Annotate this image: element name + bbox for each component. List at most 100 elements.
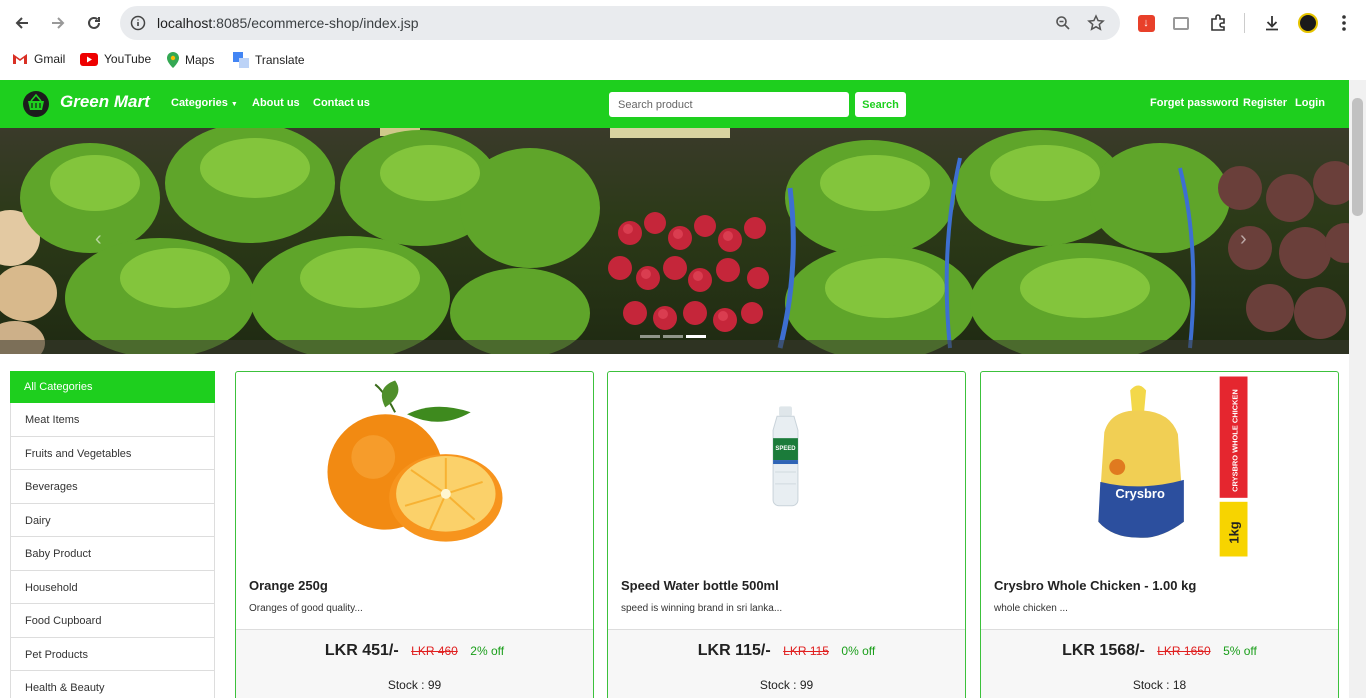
toolbar-divider: [1244, 13, 1245, 33]
sidebar-item-dairy[interactable]: Dairy: [10, 503, 215, 537]
pdf-extension-icon[interactable]: ↓: [1135, 12, 1157, 34]
carousel-indicator-1[interactable]: [640, 335, 660, 338]
product-price: LKR 115/-: [697, 642, 771, 659]
price-row: LKR 451/- LKR 460 2% off: [236, 642, 593, 660]
browser-toolbar: localhost:8085/ecommerce-shop/index.jsp …: [0, 0, 1366, 46]
back-arrow-icon: [15, 17, 28, 29]
product-stock: Stock : 99: [759, 678, 814, 692]
product-footer: LKR 451/- LKR 460 2% off Stock : 99: [236, 629, 593, 698]
product-discount: 2% off: [470, 644, 505, 658]
sidebar-item-food-cupboard[interactable]: Food Cupboard: [10, 604, 215, 638]
address-bar[interactable]: localhost:8085/ecommerce-shop/index.jsp: [120, 6, 1120, 40]
chicken-pack-weight-text: 1kg: [1227, 521, 1242, 543]
profile-avatar[interactable]: [1297, 12, 1319, 34]
product-discount: 5% off: [1223, 644, 1257, 658]
product-original-price: LKR 115: [783, 644, 829, 658]
product-card[interactable]: Crysbro CRYSBRO WHOLE CHICKEN 1kg Crysbr…: [980, 371, 1339, 698]
gmail-icon: [13, 54, 27, 64]
forward-button[interactable]: [46, 11, 70, 35]
login-link[interactable]: Login: [1295, 97, 1325, 109]
register-link[interactable]: Register: [1243, 97, 1287, 109]
back-button[interactable]: [10, 11, 34, 35]
address-url: localhost:8085/ecommerce-shop/index.jsp: [157, 15, 419, 31]
extensions-puzzle-icon[interactable]: [1207, 12, 1229, 34]
price-row: LKR 115/- LKR 115 0% off: [608, 642, 965, 660]
maps-icon: [167, 52, 179, 68]
sidebar-item-household[interactable]: Household: [10, 570, 215, 604]
product-footer: LKR 1568/- LKR 1650 5% off Stock : 18: [981, 629, 1338, 698]
bookmark-translate-label: Translate: [255, 53, 305, 67]
caret-down-icon: ▼: [230, 101, 238, 108]
categories-dropdown[interactable]: Categories ▼: [171, 97, 238, 109]
price-row: LKR 1568/- LKR 1650 5% off: [981, 642, 1338, 660]
forget-password-link[interactable]: Forget password: [1150, 97, 1239, 109]
site-navbar: Green Mart Categories ▼ About us Contact…: [0, 80, 1349, 128]
carousel-prev-icon[interactable]: ‹: [95, 228, 102, 251]
product-original-price: LKR 460: [411, 644, 458, 658]
carousel-slide-image: [0, 128, 1349, 354]
chicken-pack-brand-text: Crysbro: [1115, 486, 1165, 501]
nav-contact-link[interactable]: Contact us: [313, 97, 370, 109]
bookmarks-bar: Gmail YouTube Maps Translate: [0, 46, 1366, 76]
product-footer: LKR 115/- LKR 115 0% off Stock : 99: [608, 629, 965, 698]
bookmark-translate[interactable]: Translate: [233, 52, 305, 68]
bookmark-gmail-label: Gmail: [34, 52, 66, 66]
sidebar-item-baby-product[interactable]: Baby Product: [10, 537, 215, 571]
bookmark-youtube[interactable]: YouTube: [80, 52, 151, 66]
product-stock: Stock : 99: [387, 678, 442, 692]
reload-icon: [88, 16, 100, 29]
bookmark-maps-label: Maps: [185, 53, 215, 67]
product-description: Oranges of good quality...: [249, 603, 363, 614]
category-sidebar: All Categories Meat Items Fruits and Veg…: [10, 371, 215, 698]
product-image-orange: [327, 380, 503, 542]
sidebar-item-meat-items[interactable]: Meat Items: [10, 403, 215, 437]
sidebar-item-pet-products[interactable]: Pet Products: [10, 637, 215, 671]
sidebar-item-fruits-vegetables[interactable]: Fruits and Vegetables: [10, 436, 215, 470]
scrollbar-thumb[interactable]: [1352, 98, 1363, 216]
page-viewport: Green Mart Categories ▼ About us Contact…: [0, 80, 1349, 698]
cast-extension-icon[interactable]: [1170, 12, 1192, 34]
carousel-indicators: [640, 335, 706, 338]
product-title[interactable]: Orange 250g: [249, 578, 328, 593]
downloads-icon[interactable]: [1261, 12, 1283, 34]
hero-carousel: ‹ ›: [0, 128, 1349, 354]
product-original-price: LKR 1650: [1157, 644, 1211, 658]
basket-icon[interactable]: [22, 89, 50, 117]
forward-arrow-icon: [52, 17, 65, 29]
carousel-indicator-2[interactable]: [663, 335, 683, 338]
product-stock: Stock : 18: [1132, 678, 1187, 692]
product-price: LKR 1568/-: [1062, 642, 1145, 659]
product-card[interactable]: SPEED Speed Water bottle 500ml speed is …: [607, 371, 966, 698]
product-price: LKR 451/-: [324, 642, 399, 659]
zoom-icon[interactable]: [1055, 15, 1071, 31]
sidebar-item-health-beauty[interactable]: Health & Beauty: [10, 671, 215, 698]
search-button[interactable]: Search: [855, 92, 906, 117]
chicken-pack-side-text: CRYSBRO WHOLE CHICKEN: [1231, 389, 1240, 492]
product-card[interactable]: Orange 250g Oranges of good quality... L…: [235, 371, 594, 698]
product-title[interactable]: Speed Water bottle 500ml: [621, 578, 779, 593]
search-input[interactable]: [609, 92, 849, 117]
bottle-label-text: SPEED: [775, 446, 796, 452]
product-image-chicken: Crysbro CRYSBRO WHOLE CHICKEN 1kg: [1098, 376, 1248, 557]
categories-label: Categories: [171, 97, 228, 109]
carousel-indicator-3[interactable]: [686, 335, 706, 338]
sidebar-item-beverages[interactable]: Beverages: [10, 470, 215, 504]
sidebar-item-all-categories[interactable]: All Categories: [10, 371, 215, 403]
bookmark-gmail[interactable]: Gmail: [12, 52, 65, 66]
carousel-next-icon[interactable]: ›: [1240, 228, 1247, 251]
nav-about-link[interactable]: About us: [252, 97, 300, 109]
youtube-icon: [80, 52, 98, 66]
bookmark-star-icon[interactable]: [1087, 14, 1105, 32]
site-info-icon[interactable]: [130, 15, 146, 31]
product-description: speed is winning brand in sri lanka...: [621, 603, 783, 614]
translate-icon: [233, 52, 249, 68]
product-image-water-bottle: SPEED: [772, 406, 799, 507]
reload-button[interactable]: [82, 11, 106, 35]
bookmark-youtube-label: YouTube: [104, 52, 152, 66]
product-description: whole chicken ...: [994, 603, 1068, 614]
product-title[interactable]: Crysbro Whole Chicken - 1.00 kg: [994, 578, 1196, 593]
brand-logo-text[interactable]: Green Mart: [60, 92, 150, 112]
bookmark-maps[interactable]: Maps: [167, 52, 214, 68]
page-scrollbar[interactable]: [1349, 80, 1366, 698]
browser-menu-icon[interactable]: [1333, 12, 1355, 34]
